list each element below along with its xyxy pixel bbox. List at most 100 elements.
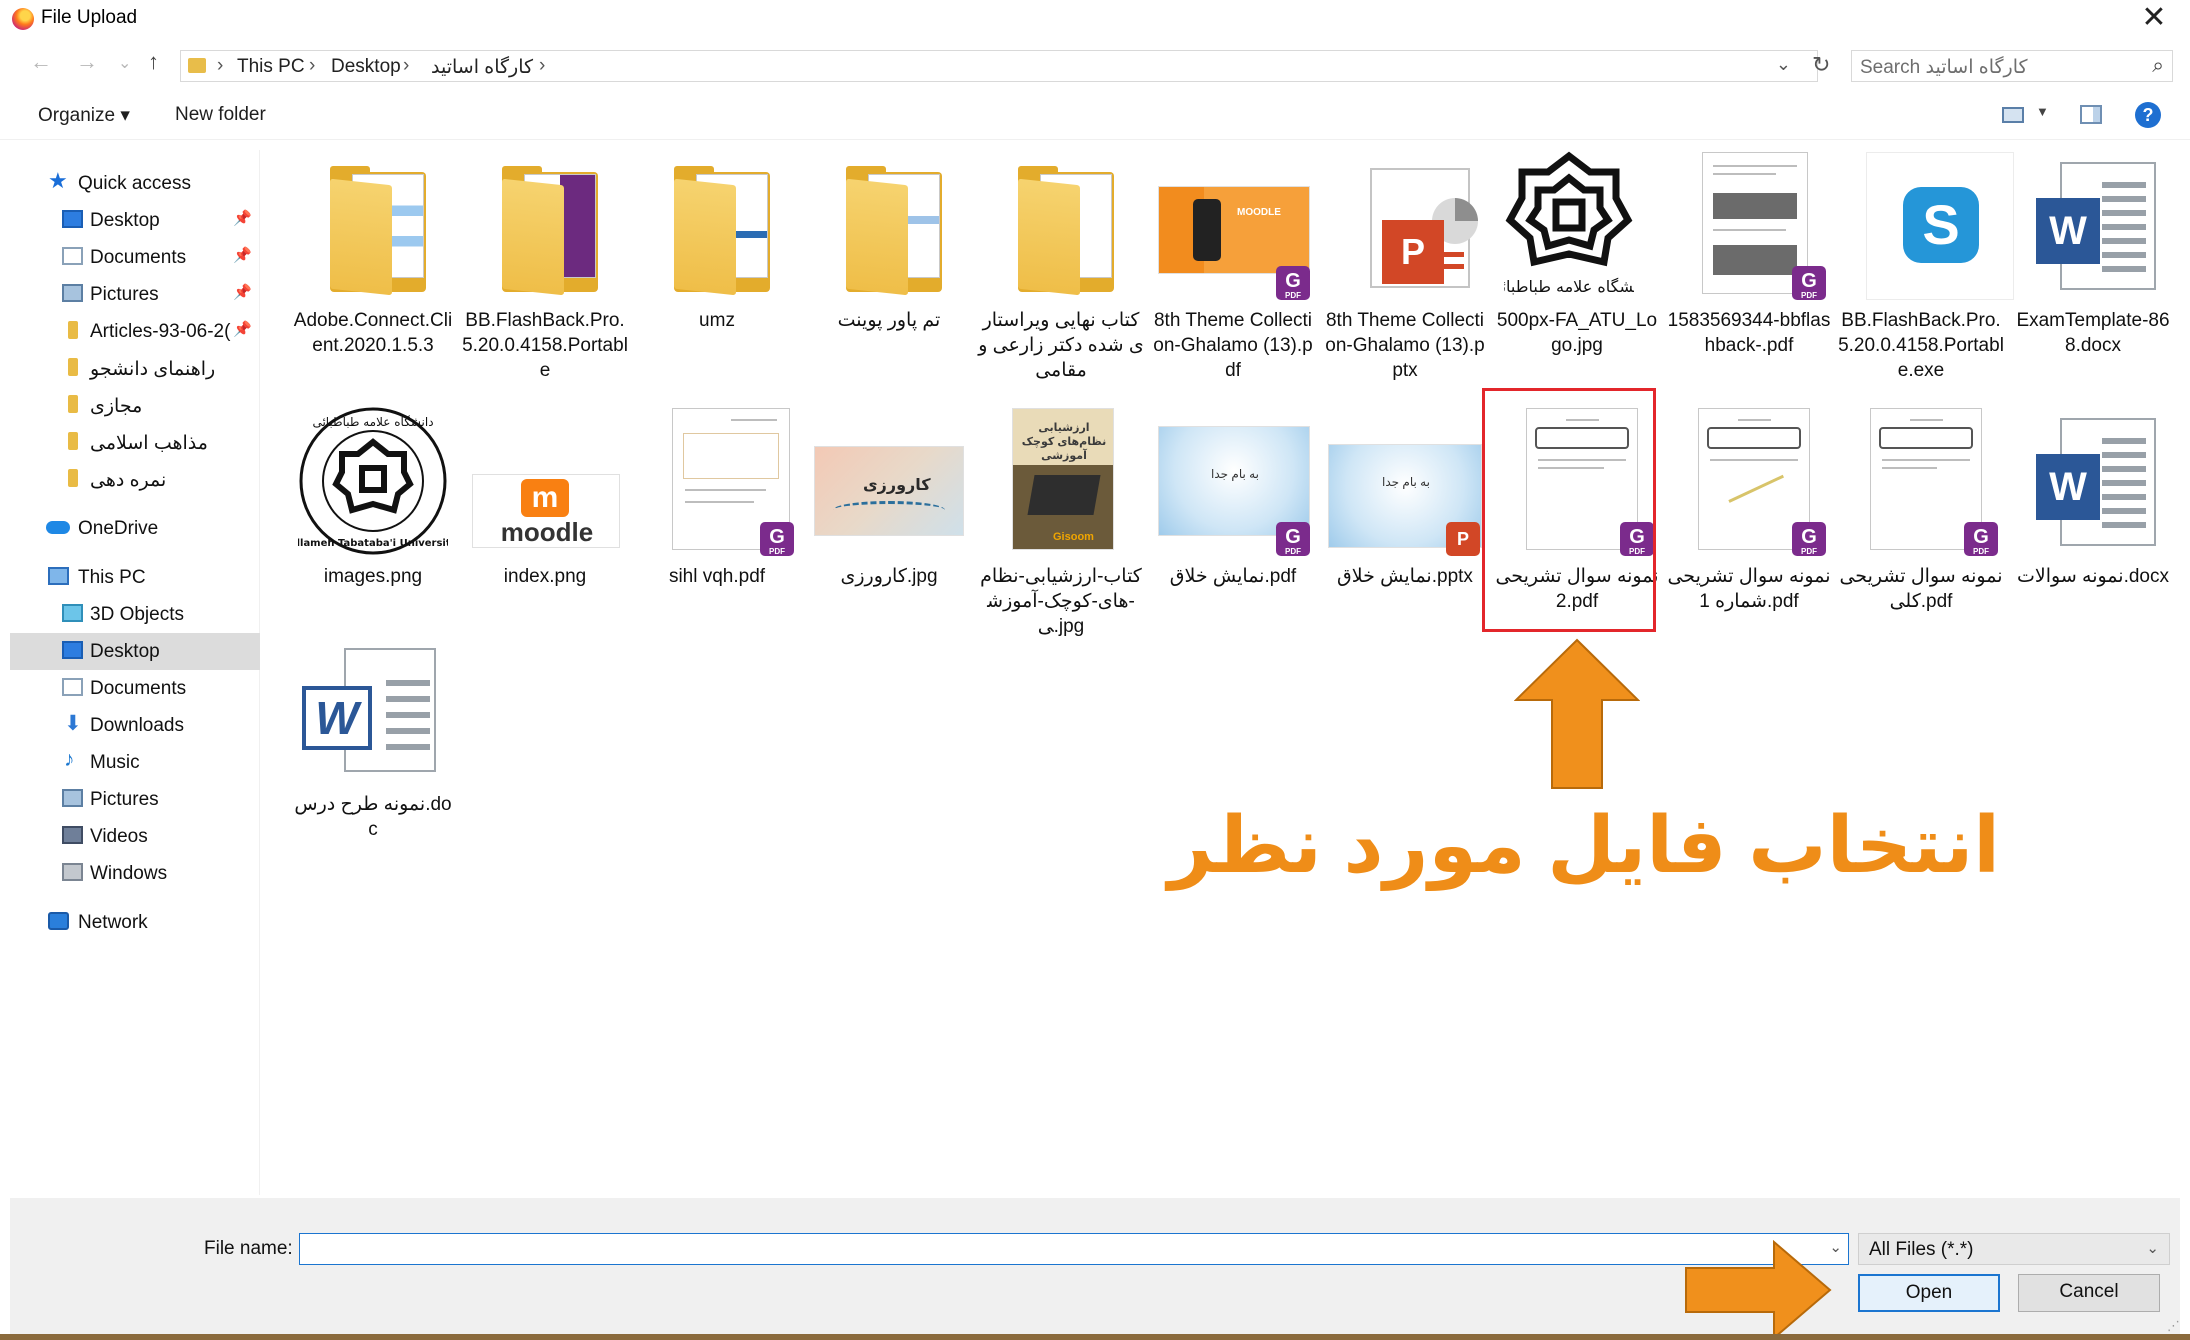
word-w-icon: W bbox=[302, 686, 372, 750]
pdf-thumbnail: G PDF bbox=[642, 406, 794, 556]
sidebar-item-desktop-pc[interactable]: Desktop bbox=[10, 633, 260, 670]
file-name-label: File name: bbox=[204, 1238, 293, 1259]
image-thumbnail: کارورزی bbox=[814, 406, 964, 556]
documents-icon bbox=[62, 678, 83, 696]
recent-locations-button[interactable]: ⌄ bbox=[118, 53, 131, 73]
moodle-m-icon: m bbox=[521, 479, 569, 517]
navigation-bar: ← → ⌄ ↑ › This PC › Desktop › کارگاه اسا… bbox=[0, 45, 2190, 85]
sidebar-label: راهنمای دانشجو bbox=[90, 359, 216, 380]
slide-title-text: به بام جدا bbox=[1211, 467, 1259, 481]
pin-icon[interactable]: 📌 bbox=[233, 209, 252, 227]
slide-title-text: به بام جدا bbox=[1382, 475, 1430, 489]
skype-icon: S bbox=[1903, 187, 1979, 263]
chevron-right-icon[interactable]: › bbox=[217, 55, 223, 77]
sidebar-item-this-pc[interactable]: This PC bbox=[10, 559, 260, 596]
pin-icon[interactable]: 📌 bbox=[233, 320, 252, 338]
pin-icon[interactable]: 📌 bbox=[233, 283, 252, 301]
chevron-right-icon[interactable]: › bbox=[539, 55, 545, 77]
open-button[interactable]: Open bbox=[1858, 1274, 2000, 1312]
pictures-icon bbox=[62, 284, 83, 302]
image-thumbnail: دانشگاه علامه طباطبائی Allameh Tabataba'… bbox=[298, 407, 448, 555]
file-name: کتاب نهایی ویراستاری شده دکتر زارعی و مق… bbox=[978, 310, 1144, 381]
file-name-input[interactable]: ⌄ bbox=[299, 1233, 1849, 1265]
file-name: تم پاور پوینت bbox=[837, 310, 941, 331]
file-name: sihl vqh.pdf bbox=[668, 566, 766, 587]
sidebar-item-desktop[interactable]: Desktop 📌 bbox=[10, 202, 260, 239]
chevron-down-icon[interactable]: ⌄ bbox=[1776, 54, 1791, 75]
cube-icon bbox=[62, 604, 83, 622]
up-button[interactable]: ↑ bbox=[148, 49, 159, 75]
dialog-footer: File name: ⌄ All Files (*.*) ⌄ Open Canc… bbox=[10, 1198, 2180, 1340]
sidebar-item-3d-objects[interactable]: 3D Objects bbox=[10, 596, 260, 633]
sidebar-item-virtual[interactable]: مجازی bbox=[10, 387, 260, 424]
file-type-select[interactable]: All Files (*.*) ⌄ bbox=[1858, 1233, 2170, 1265]
sidebar-item-music[interactable]: ♪ Music bbox=[10, 744, 260, 781]
sidebar-item-student-guide[interactable]: راهنمای دانشجو bbox=[10, 350, 260, 387]
preview-pane-icon[interactable] bbox=[2080, 105, 2102, 124]
word-doc-file-icon: W bbox=[298, 644, 448, 794]
chevron-right-icon[interactable]: › bbox=[403, 55, 409, 77]
sidebar-item-documents-pc[interactable]: Documents bbox=[10, 670, 260, 707]
breadcrumb-current-folder[interactable]: کارگاه اساتید bbox=[431, 56, 533, 79]
cancel-button[interactable]: Cancel bbox=[2018, 1274, 2160, 1312]
file-name: images.png bbox=[323, 566, 423, 587]
desktop-icon bbox=[62, 210, 83, 228]
resize-grip-icon[interactable]: ⋰ bbox=[2167, 1318, 2180, 1334]
pdf-badge-icon: G PDF bbox=[1792, 522, 1826, 556]
sidebar-label: Music bbox=[90, 752, 140, 773]
sidebar-label: Desktop bbox=[90, 641, 160, 662]
sidebar-label: Videos bbox=[90, 826, 148, 847]
sidebar-item-islamic-religions[interactable]: مذاهب اسلامی bbox=[10, 424, 260, 461]
search-icon[interactable]: ⌕ bbox=[2152, 54, 2164, 78]
computer-icon bbox=[48, 567, 69, 585]
pin-icon[interactable]: 📌 bbox=[233, 246, 252, 264]
forward-button[interactable]: → bbox=[76, 49, 98, 75]
chevron-right-icon[interactable]: › bbox=[309, 55, 315, 77]
sidebar-label: Documents bbox=[90, 247, 187, 268]
sidebar-item-pictures-pc[interactable]: Pictures bbox=[10, 781, 260, 818]
sidebar-item-videos[interactable]: Videos bbox=[10, 818, 260, 855]
pictures-icon bbox=[62, 789, 83, 807]
sidebar-item-articles[interactable]: Articles-93-06-2( 📌 bbox=[10, 313, 260, 350]
organize-button[interactable]: Organize ▾ bbox=[38, 104, 130, 127]
new-folder-button[interactable]: New folder bbox=[175, 104, 266, 126]
file-name: Adobe.Connect.Client.2020.1.5.3 bbox=[293, 310, 453, 356]
folder-icon bbox=[814, 150, 964, 300]
sidebar-label: Desktop bbox=[90, 210, 160, 231]
file-name: index.png bbox=[503, 566, 587, 587]
file-name: نمونه سوال تشریحی شماره 1.pdf bbox=[1667, 566, 1831, 612]
file-name: نمونه سوال تشریحی کلی.pdf bbox=[1839, 566, 2003, 612]
folder-icon bbox=[68, 395, 78, 413]
command-toolbar: Organize ▾ New folder ▼ ? bbox=[0, 90, 2190, 140]
pdf-thumbnail: به بام جدا G PDF bbox=[1158, 406, 1310, 556]
atu-seal-english-text: Allameh Tabataba'i University bbox=[298, 538, 448, 549]
moodle-ad-image: MOODLE bbox=[1158, 186, 1310, 274]
search-input[interactable]: Search کارگاه اساتید ⌕ bbox=[1851, 50, 2173, 82]
sidebar-item-network[interactable]: Network bbox=[10, 904, 260, 941]
chevron-down-icon[interactable]: ▼ bbox=[2036, 104, 2049, 119]
breadcrumb-desktop[interactable]: Desktop bbox=[331, 56, 401, 78]
close-button[interactable]: ✕ bbox=[2132, 0, 2176, 36]
refresh-button[interactable]: ↻ bbox=[1812, 52, 1830, 78]
address-bar[interactable]: › This PC › Desktop › کارگاه اساتید › ⌄ bbox=[180, 50, 1818, 82]
pdf-badge-icon: G PDF bbox=[1276, 266, 1310, 300]
sidebar-label: نمره دهی bbox=[90, 470, 167, 491]
view-options-icon[interactable] bbox=[2002, 107, 2024, 123]
word-w-icon: W bbox=[2036, 454, 2100, 520]
sidebar-item-quick-access[interactable]: ★ Quick access bbox=[10, 165, 260, 202]
star-icon: ★ bbox=[48, 168, 68, 193]
breadcrumb-this-pc[interactable]: This PC bbox=[237, 56, 305, 78]
image-thumbnail: m moodle bbox=[470, 406, 620, 556]
sidebar-item-pictures[interactable]: Pictures 📌 bbox=[10, 276, 260, 313]
sidebar-item-windows[interactable]: Windows bbox=[10, 855, 260, 892]
back-button[interactable]: ← bbox=[30, 49, 52, 75]
sidebar-item-onedrive[interactable]: OneDrive bbox=[10, 510, 260, 547]
sidebar-item-grading[interactable]: نمره دهی bbox=[10, 461, 260, 498]
documents-icon bbox=[62, 247, 83, 265]
help-icon[interactable]: ? bbox=[2135, 102, 2161, 128]
sidebar-item-documents[interactable]: Documents 📌 bbox=[10, 239, 260, 276]
folder-icon bbox=[470, 150, 620, 300]
file-name: BB.FlashBack.Pro.5.20.0.4158.Portable.ex… bbox=[1838, 310, 2004, 381]
sidebar-item-downloads[interactable]: ⬇ Downloads bbox=[10, 707, 260, 744]
file-name: 8th Theme Collection-Ghalamo (13).pdf bbox=[1153, 310, 1313, 381]
